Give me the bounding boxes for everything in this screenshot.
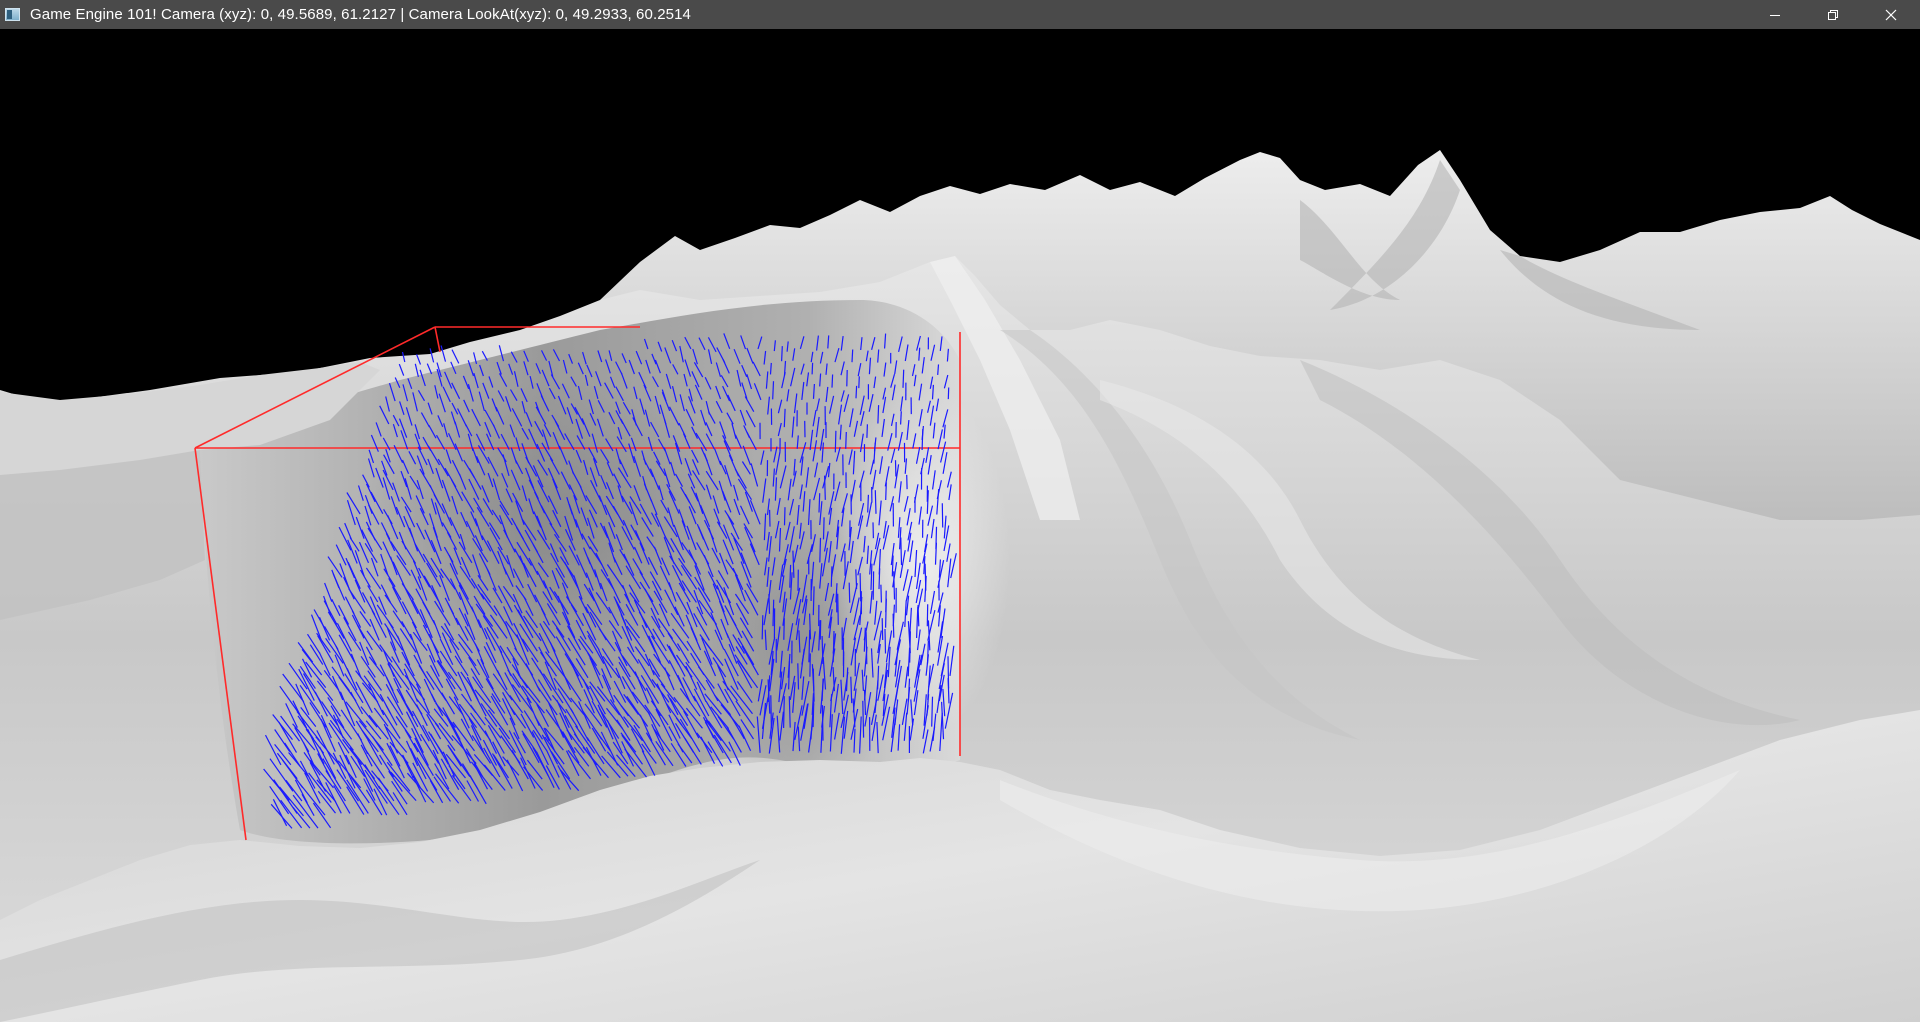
normal-line: [830, 566, 833, 587]
normal-line: [855, 385, 858, 399]
normal-line: [808, 629, 811, 663]
game-window: Game Engine 101! Camera (xyz): 0, 49.568…: [0, 0, 1920, 1022]
normal-line: [892, 613, 895, 638]
normal-line: [797, 663, 800, 690]
title-bar[interactable]: Game Engine 101! Camera (xyz): 0, 49.568…: [0, 0, 1920, 29]
normal-line: [761, 615, 764, 640]
normal-line: [880, 584, 882, 603]
normal-line: [834, 430, 837, 453]
window-app-icon[interactable]: [5, 8, 20, 21]
normal-line: [837, 593, 839, 625]
close-icon: [1885, 9, 1897, 20]
normal-line: [878, 568, 881, 590]
normal-line: [877, 405, 880, 424]
normal-line: [866, 424, 868, 438]
normal-line: [819, 537, 822, 563]
normal-line: [909, 631, 911, 663]
normal-line: [859, 573, 862, 602]
normal-line: [812, 586, 815, 616]
close-button[interactable]: [1862, 0, 1920, 29]
normal-line: [851, 349, 854, 363]
normal-line: [783, 618, 785, 640]
minimize-icon: [1770, 14, 1780, 16]
normal-line: [781, 346, 783, 362]
normal-line: [893, 571, 896, 600]
normal-line: [789, 564, 792, 588]
normal-line: [900, 537, 903, 566]
restore-button[interactable]: [1804, 0, 1862, 29]
normal-line: [874, 490, 877, 514]
normal-line: [811, 362, 814, 375]
normal-line: [822, 517, 825, 540]
normal-line: [931, 696, 934, 727]
normal-line: [885, 598, 887, 628]
render-viewport[interactable]: [0, 29, 1920, 1022]
normal-line: [772, 599, 775, 627]
normal-line: [824, 475, 826, 500]
normal-line: [902, 369, 905, 388]
restore-icon: [1828, 9, 1838, 20]
normal-line: [772, 381, 775, 400]
window-controls: [1746, 0, 1920, 29]
bbox-edge-left-back: [434, 326, 441, 353]
normal-line: [831, 374, 834, 388]
terrain-scene: [0, 150, 1920, 1022]
normal-line: [821, 705, 824, 741]
normal-line: [921, 428, 924, 451]
normal-line: [885, 482, 887, 501]
normal-line: [845, 431, 847, 449]
normal-line: [783, 507, 786, 526]
normal-line: [884, 628, 887, 654]
normal-line: [783, 408, 786, 428]
normal-line: [848, 582, 851, 603]
normal-line: [769, 362, 772, 375]
normal-line: [768, 594, 771, 614]
minimize-button[interactable]: [1746, 0, 1804, 29]
window-title: Game Engine 101! Camera (xyz): 0, 49.568…: [30, 6, 691, 23]
valley-light: [830, 380, 1010, 740]
normal-line: [862, 700, 865, 738]
normal-line: [900, 411, 902, 425]
normal-line: [867, 494, 869, 513]
normal-line: [891, 555, 894, 577]
normal-line: [937, 364, 940, 375]
normal-line: [858, 376, 860, 389]
normal-line: [818, 493, 821, 513]
normal-line: [881, 618, 884, 641]
